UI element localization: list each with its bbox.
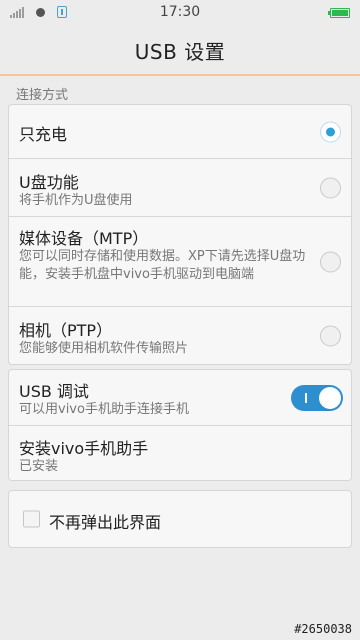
usb-debug-row[interactable]: USB 调试 可以用vivo手机助手连接手机 [9, 370, 351, 425]
usb-debug-toggle[interactable] [291, 384, 343, 411]
option-title: U盘功能 [19, 173, 79, 192]
watermark-id: #2650038 [294, 622, 352, 636]
install-assistant-row[interactable]: 安装vivo手机助手 已安装 [9, 425, 351, 480]
debug-card: USB 调试 可以用vivo手机助手连接手机 安装vivo手机助手 已安装 [8, 369, 352, 481]
option-title: 媒体设备（MTP） [19, 229, 149, 248]
connection-options-card: 只充电 U盘功能 将手机作为U盘使用 媒体设备（MTP） 您可以同时存储和使用数… [8, 104, 352, 365]
status-bar: 17:30 [0, 0, 360, 26]
option-subtitle: 您能够使用相机软件传输照片 [19, 341, 189, 356]
section-label-connection: 连接方式 [16, 88, 69, 103]
radio-unselected-icon[interactable] [320, 325, 341, 346]
option-charge-only[interactable]: 只充电 [9, 105, 351, 158]
option-ptp[interactable]: 相机（PTP） 您能够使用相机软件传输照片 [9, 306, 351, 364]
dont-show-label: 不再弹出此界面 [49, 513, 162, 532]
usb-debug-title: USB 调试 [19, 382, 89, 401]
option-subtitle: 将手机作为U盘使用 [19, 193, 133, 208]
toggle-knob [319, 386, 341, 409]
assistant-status: 已安装 [19, 459, 59, 474]
dont-show-row[interactable]: 不再弹出此界面 [9, 491, 351, 547]
assistant-title: 安装vivo手机助手 [19, 439, 149, 458]
title-bar: USB 设置 [0, 26, 360, 76]
option-title: 只充电 [19, 125, 68, 144]
toggle-on-indicator-icon [305, 392, 307, 403]
option-udisk[interactable]: U盘功能 将手机作为U盘使用 [9, 158, 351, 216]
radio-unselected-icon[interactable] [320, 177, 341, 198]
option-mtp[interactable]: 媒体设备（MTP） 您可以同时存储和使用数据。XP下请先选择U盘功能，安装手机盘… [9, 216, 351, 306]
status-time: 17:30 [159, 4, 201, 20]
usb-debug-subtitle: 可以用vivo手机助手连接手机 [19, 402, 189, 417]
option-title: 相机（PTP） [19, 321, 113, 340]
option-subtitle: 您可以同时存储和使用数据。XP下请先选择U盘功能，安装手机盘中vivo手机驱动到… [19, 249, 306, 282]
radio-unselected-icon[interactable] [320, 251, 341, 272]
page-title: USB 设置 [134, 39, 226, 64]
battery-icon [328, 8, 350, 18]
dont-show-checkbox[interactable] [23, 510, 40, 528]
dont-show-card: 不再弹出此界面 [8, 490, 352, 548]
radio-selected-icon[interactable] [320, 121, 341, 142]
